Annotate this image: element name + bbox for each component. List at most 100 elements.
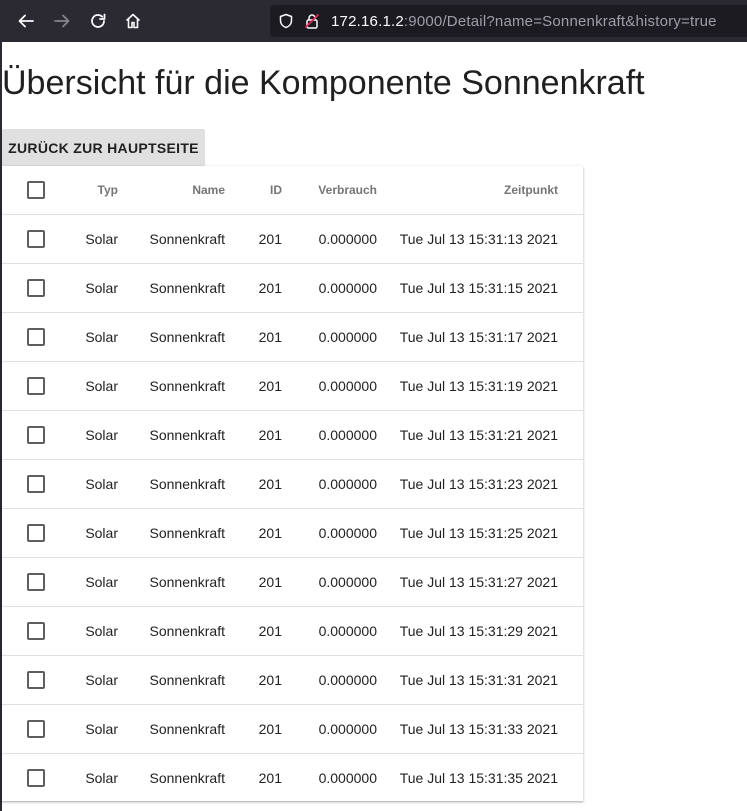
- row-checkbox[interactable]: [27, 670, 45, 689]
- row-checkbox[interactable]: [27, 278, 45, 297]
- cell-typ: Solar: [68, 361, 118, 411]
- cell-zeitpunkt: Tue Jul 13 15:31:35 2021: [377, 753, 558, 803]
- home-button[interactable]: [121, 9, 145, 33]
- reload-icon: [91, 13, 106, 28]
- table-row[interactable]: Solar Sonnenkraft 201 0.000000 Tue Jul 13 15…: [2, 361, 583, 411]
- cell-typ: Solar: [68, 508, 118, 558]
- cell-id: 201: [225, 263, 282, 313]
- row-checkbox-cell: [2, 753, 68, 803]
- insecure-lock-icon[interactable]: [304, 13, 320, 29]
- reload-button[interactable]: [86, 9, 110, 33]
- cell-name: Sonnenkraft: [118, 410, 225, 460]
- header-id: ID: [225, 166, 282, 215]
- row-checkbox-cell: [2, 214, 68, 264]
- cell-spacer: [558, 361, 583, 411]
- cell-verbrauch: 0.000000: [282, 214, 377, 264]
- table-row[interactable]: Solar Sonnenkraft 201 0.000000 Tue Jul 13 15…: [2, 312, 583, 362]
- cell-typ: Solar: [68, 410, 118, 460]
- table-row[interactable]: Solar Sonnenkraft 201 0.000000 Tue Jul 13 15…: [2, 459, 583, 509]
- cell-name: Sonnenkraft: [118, 214, 225, 264]
- row-checkbox[interactable]: [27, 425, 45, 444]
- table-row[interactable]: Solar Sonnenkraft 201 0.000000 Tue Jul 13 15…: [2, 753, 583, 803]
- cell-zeitpunkt: Tue Jul 13 15:31:31 2021: [377, 655, 558, 705]
- row-checkbox-cell: [2, 459, 68, 509]
- cell-verbrauch: 0.000000: [282, 410, 377, 460]
- cell-verbrauch: 0.000000: [282, 312, 377, 362]
- table-row[interactable]: Solar Sonnenkraft 201 0.000000 Tue Jul 13 15…: [2, 655, 583, 705]
- shield-icon[interactable]: [278, 13, 294, 29]
- cell-id: 201: [225, 655, 282, 705]
- cell-name: Sonnenkraft: [118, 557, 225, 607]
- browser-toolbar: 172.16.1.2:9000/Detail?name=Sonnenkraft&…: [0, 0, 747, 42]
- cell-spacer: [558, 263, 583, 313]
- cell-zeitpunkt: Tue Jul 13 15:31:19 2021: [377, 361, 558, 411]
- row-checkbox[interactable]: [27, 719, 45, 738]
- cell-spacer: [558, 753, 583, 803]
- header-spacer: [558, 166, 583, 215]
- arrow-right-icon: [54, 14, 70, 28]
- row-checkbox[interactable]: [27, 474, 45, 493]
- row-checkbox[interactable]: [27, 768, 45, 787]
- row-checkbox-cell: [2, 410, 68, 460]
- back-to-main-button[interactable]: ZURÜCK ZUR HAUPTSEITE: [2, 129, 205, 166]
- table-row[interactable]: Solar Sonnenkraft 201 0.000000 Tue Jul 13 15…: [2, 508, 583, 558]
- cell-typ: Solar: [68, 704, 118, 754]
- cell-typ: Solar: [68, 557, 118, 607]
- cell-typ: Solar: [68, 655, 118, 705]
- row-checkbox[interactable]: [27, 229, 45, 248]
- address-bar[interactable]: 172.16.1.2:9000/Detail?name=Sonnenkraft&…: [270, 5, 747, 37]
- row-checkbox[interactable]: [27, 376, 45, 395]
- url-path: :9000/Detail?name=Sonnenkraft&history=tr…: [403, 13, 717, 30]
- forward-button-browser[interactable]: [50, 9, 74, 33]
- cell-zeitpunkt: Tue Jul 13 15:31:23 2021: [377, 459, 558, 509]
- table-row[interactable]: Solar Sonnenkraft 201 0.000000 Tue Jul 13 15…: [2, 557, 583, 607]
- cell-verbrauch: 0.000000: [282, 263, 377, 313]
- cell-name: Sonnenkraft: [118, 606, 225, 656]
- cell-zeitpunkt: Tue Jul 13 15:31:27 2021: [377, 557, 558, 607]
- cell-typ: Solar: [68, 753, 118, 803]
- cell-spacer: [558, 655, 583, 705]
- header-verbrauch: Verbrauch: [282, 166, 377, 215]
- cell-verbrauch: 0.000000: [282, 459, 377, 509]
- cell-name: Sonnenkraft: [118, 263, 225, 313]
- table-row[interactable]: Solar Sonnenkraft 201 0.000000 Tue Jul 13 15…: [2, 606, 583, 656]
- cell-id: 201: [225, 312, 282, 362]
- row-checkbox-cell: [2, 606, 68, 656]
- row-checkbox-cell: [2, 312, 68, 362]
- row-checkbox[interactable]: [27, 621, 45, 640]
- header-typ: Typ: [68, 166, 118, 215]
- select-all-checkbox[interactable]: [27, 180, 45, 199]
- url-text[interactable]: 172.16.1.2:9000/Detail?name=Sonnenkraft&…: [331, 13, 717, 30]
- header-zeitpunkt: Zeitpunkt: [377, 166, 558, 215]
- cell-spacer: [558, 508, 583, 558]
- table-row[interactable]: Solar Sonnenkraft 201 0.000000 Tue Jul 13 15…: [2, 214, 583, 264]
- table-header-row: Typ Name ID Verbrauch Zeitpunkt: [2, 166, 583, 215]
- table-row[interactable]: Solar Sonnenkraft 201 0.000000 Tue Jul 13 15…: [2, 263, 583, 313]
- cell-zeitpunkt: Tue Jul 13 15:31:21 2021: [377, 410, 558, 460]
- cell-zeitpunkt: Tue Jul 13 15:31:33 2021: [377, 704, 558, 754]
- cell-zeitpunkt: Tue Jul 13 15:31:17 2021: [377, 312, 558, 362]
- row-checkbox[interactable]: [27, 572, 45, 591]
- cell-id: 201: [225, 508, 282, 558]
- row-checkbox[interactable]: [27, 327, 45, 346]
- table-row[interactable]: Solar Sonnenkraft 201 0.000000 Tue Jul 13 15…: [2, 410, 583, 460]
- cell-id: 201: [225, 557, 282, 607]
- back-button-browser[interactable]: [14, 9, 38, 33]
- table-row[interactable]: Solar Sonnenkraft 201 0.000000 Tue Jul 13 15…: [2, 704, 583, 754]
- cell-name: Sonnenkraft: [118, 361, 225, 411]
- cell-zeitpunkt: Tue Jul 13 15:31:15 2021: [377, 263, 558, 313]
- url-host: 172.16.1.2: [331, 13, 404, 30]
- row-checkbox[interactable]: [27, 523, 45, 542]
- cell-id: 201: [225, 361, 282, 411]
- cell-zeitpunkt: Tue Jul 13 15:31:29 2021: [377, 606, 558, 656]
- cell-verbrauch: 0.000000: [282, 753, 377, 803]
- select-all-cell: [2, 166, 68, 215]
- page-title: Übersicht für die Komponente Sonnenkraft: [2, 64, 645, 102]
- arrow-left-icon: [18, 14, 34, 28]
- cell-name: Sonnenkraft: [118, 704, 225, 754]
- cell-verbrauch: 0.000000: [282, 655, 377, 705]
- cell-spacer: [558, 410, 583, 460]
- row-checkbox-cell: [2, 704, 68, 754]
- cell-spacer: [558, 557, 583, 607]
- cell-name: Sonnenkraft: [118, 312, 225, 362]
